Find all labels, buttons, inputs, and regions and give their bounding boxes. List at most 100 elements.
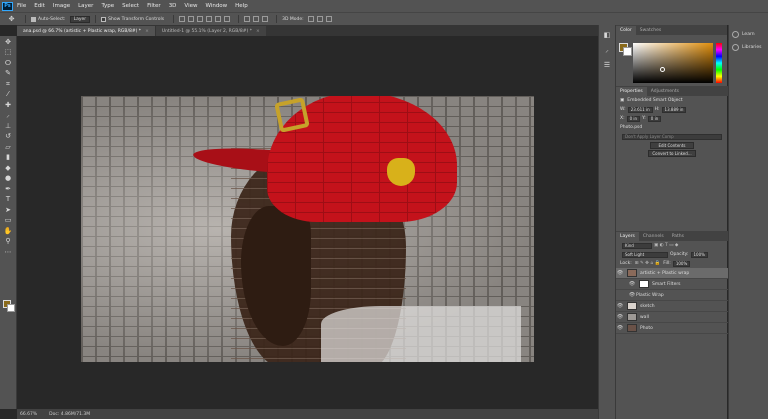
width-field[interactable]: 23.611 in [627, 106, 653, 113]
history-brush-icon[interactable]: ↺ [3, 132, 14, 141]
eye-icon[interactable]: 👁 [616, 303, 624, 309]
lasso-tool-icon[interactable]: ⵔ [3, 59, 14, 68]
layer-smart-filters[interactable]: 👁 Smart Filters [616, 279, 728, 290]
gradient-tool-icon[interactable]: ▮ [3, 153, 14, 162]
quick-select-tool-icon[interactable]: ✎ [3, 69, 14, 78]
close-icon[interactable]: × [256, 29, 260, 34]
fill-field[interactable]: 100% [672, 260, 691, 267]
color-picker-handle[interactable] [660, 67, 665, 72]
tab-document[interactable]: ana.psd @ 66.7% (artistic + Plastic wrap… [17, 26, 155, 36]
filter-icons[interactable]: ▣ ◐ T ▭ ◆ [654, 243, 678, 248]
auto-select-option[interactable]: Auto-Select: [31, 16, 66, 22]
hand-tool-icon[interactable]: ✋ [3, 227, 14, 236]
3d-pan-icon[interactable] [325, 16, 332, 22]
eraser-tool-icon[interactable]: ▱ [3, 143, 14, 152]
close-icon[interactable]: × [145, 29, 149, 34]
menu-help[interactable]: Help [235, 3, 248, 9]
menu-file[interactable]: File [17, 3, 26, 9]
align-middle-icon[interactable] [188, 16, 195, 22]
move-tool-icon[interactable]: ✥ [3, 38, 14, 47]
auto-select-dropdown[interactable]: Layer [69, 15, 91, 23]
eyedropper-tool-icon[interactable]: ⁄ [3, 90, 14, 99]
libraries-panel-button[interactable]: Libraries [732, 44, 768, 51]
canvas-area[interactable] [17, 36, 598, 409]
layer-comp-select[interactable]: Don't Apply Layer Comp [622, 133, 722, 140]
clone-stamp-icon[interactable]: ⊥ [3, 122, 14, 131]
edit-contents-button[interactable]: Edit Contents [650, 142, 694, 149]
kind-filter-select[interactable]: Kind [622, 242, 652, 249]
menu-edit[interactable]: Edit [34, 3, 45, 9]
menu-window[interactable]: Window [205, 3, 227, 9]
distribute-icon[interactable] [262, 16, 269, 22]
adjust-panel-icon[interactable]: ☰ [602, 61, 613, 70]
more-tools-icon[interactable]: ⋯ [3, 248, 14, 257]
x-field[interactable]: 0 in [626, 115, 641, 122]
layer-artistic[interactable]: 👁 artistic + Plastic wrap [616, 268, 728, 279]
align-right-icon[interactable] [224, 16, 231, 22]
background-color-swatch[interactable] [7, 304, 15, 312]
type-tool-icon[interactable]: T [3, 195, 14, 204]
menu-filter[interactable]: Filter [147, 3, 161, 9]
blend-mode-select[interactable]: Soft Light [622, 251, 668, 258]
menu-view[interactable]: View [184, 3, 197, 9]
crop-tool-icon[interactable]: ⌗ [3, 80, 14, 89]
eye-icon[interactable]: 👁 [616, 270, 624, 276]
hue-slider[interactable] [716, 43, 722, 83]
3d-roll-icon[interactable] [316, 16, 323, 22]
tab-properties[interactable]: Properties [616, 87, 647, 96]
learn-panel-button[interactable]: Learn [732, 31, 768, 38]
distribute-icon[interactable] [253, 16, 260, 22]
menu-layer[interactable]: Layer [78, 3, 93, 9]
dodge-tool-icon[interactable]: ● [3, 174, 14, 183]
move-tool-icon[interactable]: ✥ [6, 15, 17, 24]
tab-document[interactable]: Untitled-1 @ 55.1% (Layer 2, RGB/8#) * × [155, 26, 266, 36]
zoom-level[interactable]: 66.67% [20, 412, 37, 417]
height-field[interactable]: 13.889 in [661, 106, 687, 113]
panel-icon-strip: ◧ ⸝ ☰ [598, 25, 615, 419]
tab-paths[interactable]: Paths [668, 232, 688, 241]
tab-layers[interactable]: Layers [616, 232, 639, 241]
color-picker-field[interactable] [633, 43, 713, 83]
tab-channels[interactable]: Channels [639, 232, 668, 241]
path-select-icon[interactable]: ➤ [3, 206, 14, 215]
background-color-swatch[interactable] [623, 47, 632, 56]
zoom-tool-icon[interactable]: ⚲ [3, 237, 14, 246]
shape-tool-icon[interactable]: ▭ [3, 216, 14, 225]
layer-sketch[interactable]: 👁 sketch [616, 301, 728, 312]
eye-icon[interactable]: 👁 [628, 292, 636, 298]
lock-icons[interactable]: ⊞ ✎ ✥ ⌂ 🔒 [635, 261, 661, 266]
tab-adjustments[interactable]: Adjustments [647, 87, 683, 96]
brush-tool-icon[interactable]: ⸝ [3, 111, 14, 120]
y-field[interactable]: 0 in [647, 115, 662, 122]
align-left-icon[interactable] [206, 16, 213, 22]
3d-orbit-icon[interactable] [307, 16, 314, 22]
healing-brush-icon[interactable]: ✚ [3, 101, 14, 110]
tab-swatches[interactable]: Swatches [636, 26, 666, 35]
menu-3d[interactable]: 3D [169, 3, 177, 9]
eye-icon[interactable]: 👁 [628, 281, 636, 287]
opacity-field[interactable]: 100% [690, 251, 708, 258]
menu-select[interactable]: Select [122, 3, 139, 9]
eye-icon[interactable]: 👁 [616, 325, 624, 331]
marquee-tool-icon[interactable]: ⬚ [3, 48, 14, 57]
layer-plastic-wrap[interactable]: 👁 Plastic Wrap [616, 290, 728, 301]
align-center-icon[interactable] [215, 16, 222, 22]
show-transform-checkbox[interactable] [101, 16, 107, 22]
tab-color[interactable]: Color [616, 26, 636, 35]
brush-panel-icon[interactable]: ⸝ [602, 46, 613, 55]
layer-wall[interactable]: 👁 wall [616, 312, 728, 323]
convert-to-linked-button[interactable]: Convert to Linked... [648, 150, 696, 157]
menu-type[interactable]: Type [101, 3, 114, 9]
align-top-icon[interactable] [179, 16, 186, 22]
blur-tool-icon[interactable]: ◆ [3, 164, 14, 173]
document-artwork[interactable] [81, 96, 534, 362]
layer-photo[interactable]: 👁 Photo [616, 323, 728, 334]
eye-icon[interactable]: 👁 [616, 314, 624, 320]
show-transform-option[interactable]: Show Transform Controls [101, 16, 164, 22]
history-panel-icon[interactable]: ◧ [602, 31, 613, 40]
pen-tool-icon[interactable]: ✒ [3, 185, 14, 194]
menu-image[interactable]: Image [53, 3, 70, 9]
align-bottom-icon[interactable] [197, 16, 204, 22]
distribute-icon[interactable] [244, 16, 251, 22]
auto-select-checkbox[interactable] [31, 16, 36, 22]
